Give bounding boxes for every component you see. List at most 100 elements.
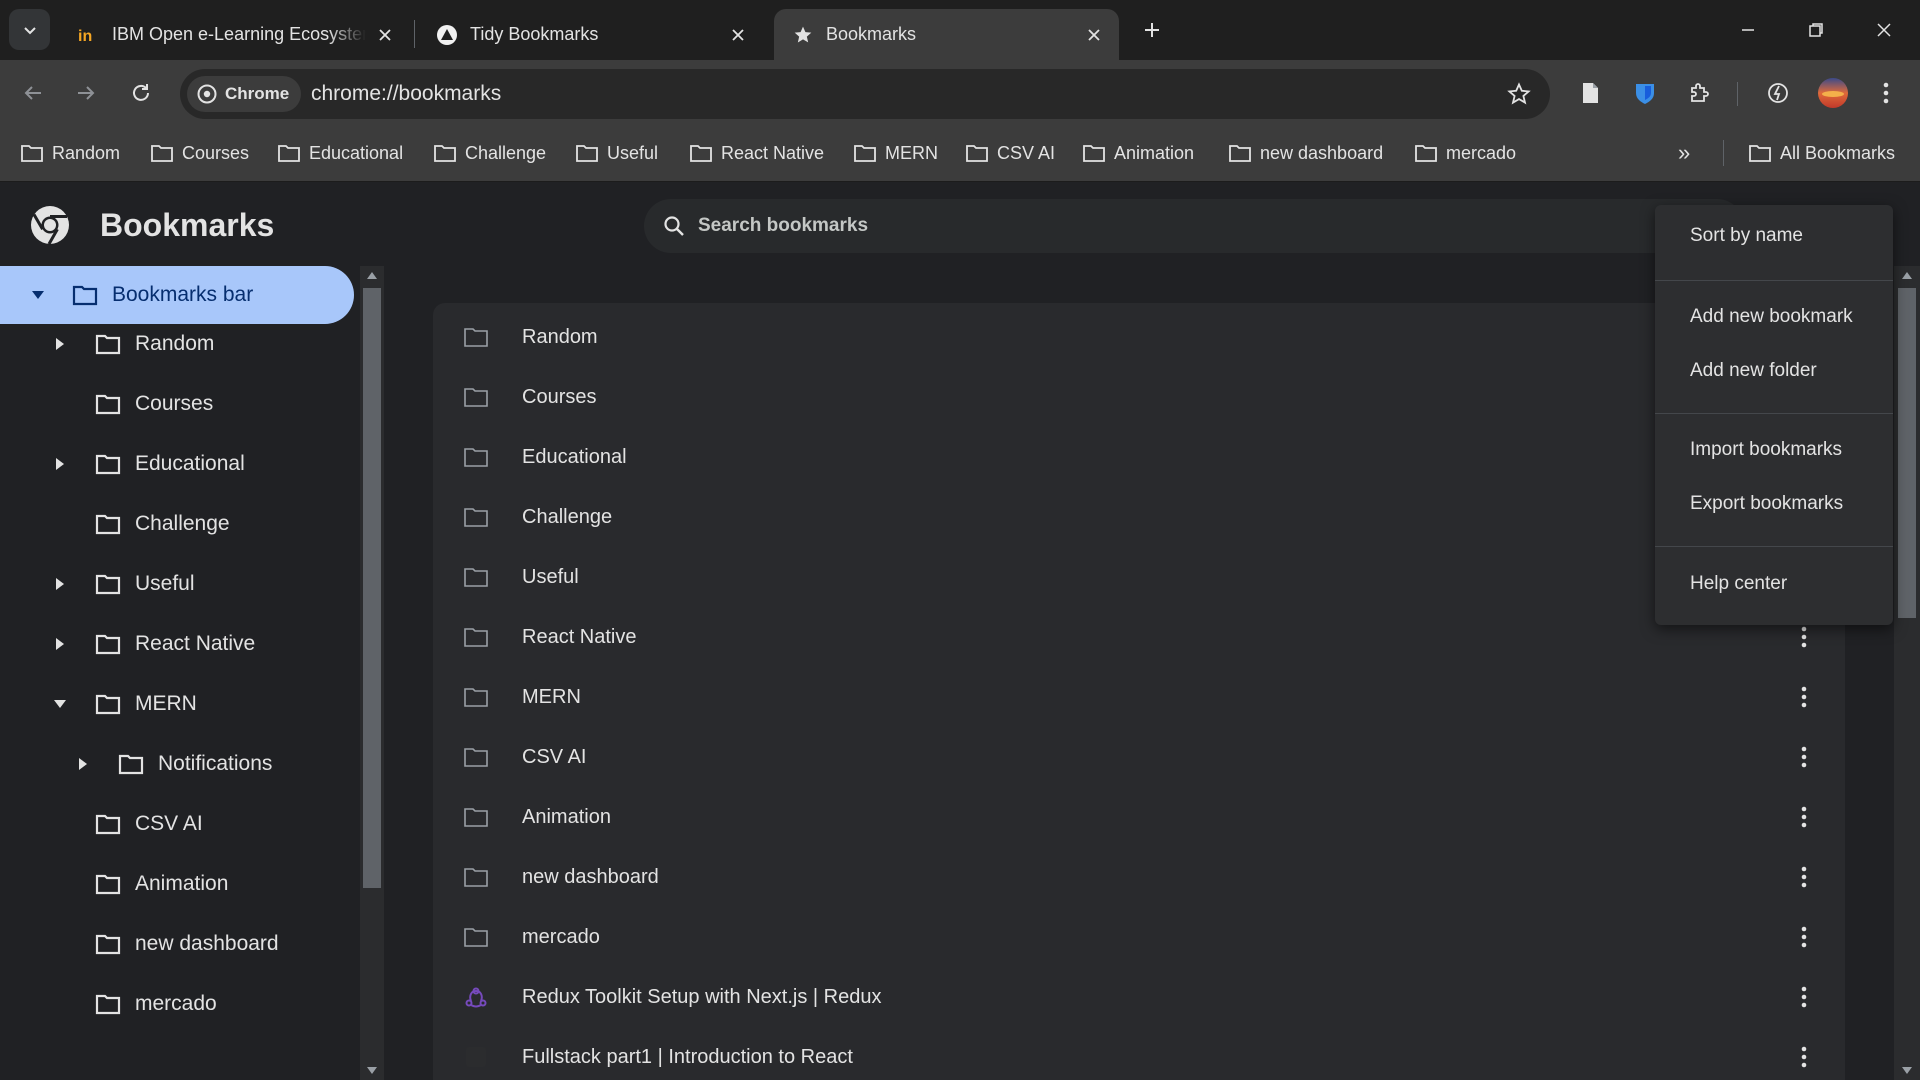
tab-bookmarks[interactable]: Bookmarks <box>774 9 1119 60</box>
tab-ibm[interactable]: in IBM Open e-Learning Ecosystem <box>60 9 410 60</box>
list-item[interactable]: Redux Toolkit Setup with Next.js | Redux <box>433 967 1845 1027</box>
tree-item-react-native[interactable]: React Native <box>0 615 354 673</box>
site-info-chip[interactable]: Chrome <box>187 76 302 112</box>
star-outline-icon <box>1507 82 1531 105</box>
tree-item-random[interactable]: Random <box>0 315 354 373</box>
list-item-label: Fullstack part1 | Introduction to React <box>522 1045 853 1068</box>
list-item[interactable]: React Native <box>433 607 1845 667</box>
list-scrollbar[interactable] <box>1894 266 1920 1080</box>
folder-tree: Bookmarks bar Random Courses Educational… <box>0 266 384 1080</box>
tab-search-button[interactable] <box>9 9 50 50</box>
bookmarks-bar-item[interactable]: Useful <box>575 138 658 168</box>
close-icon[interactable] <box>727 24 749 46</box>
menu-item-add-new-bookmark[interactable]: Add new bookmark <box>1655 290 1893 344</box>
avatar-icon <box>1818 78 1848 108</box>
list-item[interactable]: mercado <box>433 907 1845 967</box>
bitwarden-extension-button[interactable] <box>1629 77 1661 109</box>
tree-item-educational[interactable]: Educational <box>0 435 354 493</box>
list-item[interactable]: new dashboard <box>433 847 1845 907</box>
bookmarks-bar-item[interactable]: mercado <box>1414 138 1516 168</box>
close-icon[interactable] <box>374 24 396 46</box>
more-actions-icon[interactable] <box>1789 922 1819 952</box>
bookmarks-bar-item[interactable]: Courses <box>150 138 249 168</box>
more-actions-icon[interactable] <box>1789 1042 1819 1072</box>
forward-button[interactable] <box>68 75 104 111</box>
all-bookmarks-button[interactable]: All Bookmarks <box>1748 138 1895 168</box>
caret-down-icon[interactable] <box>28 285 48 305</box>
bookmarks-overflow-button[interactable]: » <box>1678 138 1690 168</box>
more-actions-icon[interactable] <box>1789 742 1819 772</box>
bookmarks-bar-item[interactable]: Random <box>20 138 120 168</box>
minimize-button[interactable] <box>1728 10 1768 50</box>
list-item[interactable]: Animation <box>433 787 1845 847</box>
bookmarks-bar-item[interactable]: new dashboard <box>1228 138 1383 168</box>
bookmarks-bar-item[interactable]: MERN <box>853 138 938 168</box>
bookmarks-bar-item[interactable]: Animation <box>1082 138 1194 168</box>
list-scroll-thumb[interactable] <box>1898 288 1916 618</box>
list-item[interactable]: Courses <box>433 367 1845 427</box>
tree-item-new-dashboard[interactable]: new dashboard <box>0 915 354 973</box>
tree-item-label: Animation <box>135 872 229 895</box>
sidebar-scrollbar[interactable] <box>360 266 384 1080</box>
menu-item-help-center[interactable]: Help center <box>1655 557 1893 611</box>
more-actions-icon[interactable] <box>1789 802 1819 832</box>
tree-item-animation[interactable]: Animation <box>0 855 354 913</box>
profile-avatar[interactable] <box>1817 77 1849 109</box>
more-actions-icon[interactable] <box>1789 982 1819 1012</box>
tree-item-mercado[interactable]: mercado <box>0 975 354 1033</box>
bookmarks-bar-item[interactable]: Challenge <box>433 138 546 168</box>
more-actions-icon[interactable] <box>1789 682 1819 712</box>
performance-button[interactable] <box>1762 77 1794 109</box>
bookmark-star-button[interactable] <box>1506 81 1532 107</box>
scroll-up-icon[interactable] <box>367 272 377 279</box>
sidebar-scroll-thumb[interactable] <box>363 288 381 888</box>
scroll-up-icon[interactable] <box>1902 272 1912 279</box>
scroll-down-icon[interactable] <box>1902 1067 1912 1074</box>
list-item[interactable]: Challenge <box>433 487 1845 547</box>
reload-icon <box>133 84 149 101</box>
bookmarks-bar-item[interactable]: React Native <box>689 138 824 168</box>
tree-item-useful[interactable]: Useful <box>0 555 354 613</box>
list-item[interactable]: CSV AI <box>433 727 1845 787</box>
new-tab-button[interactable] <box>1138 16 1166 44</box>
chrome-menu-button[interactable] <box>1870 77 1902 109</box>
url-text[interactable]: chrome://bookmarks <box>311 82 501 106</box>
back-button[interactable] <box>15 75 51 111</box>
scroll-down-icon[interactable] <box>367 1067 377 1074</box>
list-item[interactable]: MERN <box>433 667 1845 727</box>
caret-right-icon[interactable] <box>50 574 70 594</box>
search-input[interactable] <box>698 215 1598 237</box>
menu-item-add-new-folder[interactable]: Add new folder <box>1655 344 1893 398</box>
tree-item-challenge[interactable]: Challenge <box>0 495 354 553</box>
extensions-button[interactable] <box>1684 77 1716 109</box>
folder-icon <box>278 145 300 162</box>
caret-down-icon[interactable] <box>50 694 70 714</box>
list-item[interactable]: Fullstack part1 | Introduction to React <box>433 1027 1845 1080</box>
address-bar[interactable]: Chrome chrome://bookmarks <box>180 69 1550 119</box>
close-window-button[interactable] <box>1864 10 1904 50</box>
caret-right-icon[interactable] <box>73 754 93 774</box>
caret-right-icon[interactable] <box>50 454 70 474</box>
tab-tidy-bookmarks[interactable]: Tidy Bookmarks <box>418 9 763 60</box>
menu-item-import-bookmarks[interactable]: Import bookmarks <box>1655 423 1893 477</box>
menu-item-sort-by-name[interactable]: Sort by name <box>1655 209 1893 263</box>
tree-item-courses[interactable]: Courses <box>0 375 354 433</box>
tree-item-mern[interactable]: MERN <box>0 675 354 733</box>
bookmarks-bar-item[interactable]: CSV AI <box>965 138 1055 168</box>
more-actions-icon[interactable] <box>1789 622 1819 652</box>
bookmarks-bar-item[interactable]: Educational <box>277 138 403 168</box>
restore-button[interactable] <box>1796 10 1836 50</box>
search-bar[interactable] <box>644 199 1744 253</box>
reading-list-button[interactable] <box>1574 77 1606 109</box>
list-item[interactable]: Useful <box>433 547 1845 607</box>
more-actions-icon[interactable] <box>1789 862 1819 892</box>
menu-item-export-bookmarks[interactable]: Export bookmarks <box>1655 477 1893 531</box>
tree-item-notifications[interactable]: Notifications <box>0 735 354 793</box>
reload-button[interactable] <box>123 75 159 111</box>
caret-right-icon[interactable] <box>50 334 70 354</box>
list-item[interactable]: Educational <box>433 427 1845 487</box>
list-item[interactable]: Random <box>433 307 1845 367</box>
caret-right-icon[interactable] <box>50 634 70 654</box>
tree-item-csv-ai[interactable]: CSV AI <box>0 795 354 853</box>
close-icon[interactable] <box>1083 24 1105 46</box>
